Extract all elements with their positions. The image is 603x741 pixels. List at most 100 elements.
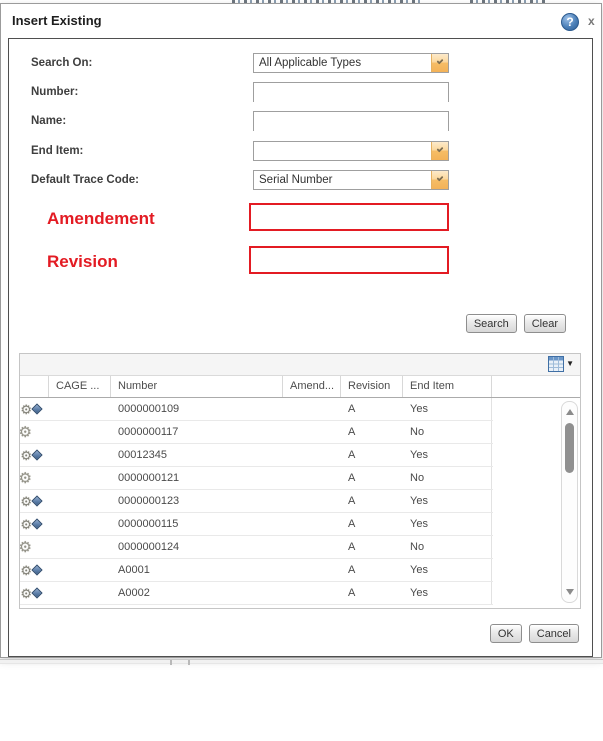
default-trace-code-dropdown-trigger[interactable]: [431, 171, 448, 189]
revision-input[interactable]: [251, 248, 447, 272]
search-on-label: Search On:: [31, 57, 93, 69]
cell-revision: A: [348, 564, 356, 576]
results-table: ▼ CAGE ... Number Amend... Revision End Item…: [19, 353, 581, 609]
table-row[interactable]: ⚙ 00012345 A Yes: [20, 444, 580, 467]
cell-revision: A: [348, 472, 356, 484]
end-item-diamond-icon: [31, 587, 43, 599]
footer-button-bar: OK Cancel: [489, 624, 579, 643]
cell-end-item: Yes: [403, 490, 492, 513]
insert-existing-dialog: Insert Existing ? x Search On: All Appli…: [0, 3, 602, 658]
table-header-cell[interactable]: Revision: [341, 376, 403, 397]
cell-cage: [49, 421, 111, 444]
cell-amendment: [283, 421, 341, 444]
cell-number: 0000000121: [118, 472, 180, 484]
cell-number: A0002: [118, 587, 150, 599]
cell-end-item: No: [403, 536, 492, 559]
table-header-cell[interactable]: CAGE ...: [49, 376, 111, 397]
search-button[interactable]: Search: [465, 314, 517, 333]
table-body: ⚙ 0000000109 A Yes ⚙ 0000000117 A No ⚙ 0…: [20, 398, 580, 608]
vertical-scrollbar[interactable]: [561, 401, 578, 603]
cell-end-item: Yes: [403, 582, 492, 605]
table-toolbar: ▼: [20, 354, 580, 376]
table-row[interactable]: ⚙ 0000000115 A Yes: [20, 513, 580, 536]
cell-amendment: [283, 559, 341, 582]
cell-number: 0000000124: [118, 541, 180, 553]
table-row[interactable]: ⚙ A0002 A Yes: [20, 582, 580, 605]
table-header-cell[interactable]: [492, 376, 580, 397]
name-input[interactable]: [254, 113, 448, 131]
chevron-down-icon: [436, 174, 444, 182]
scrollbar-thumb[interactable]: [565, 423, 574, 473]
cell-end-item: Yes: [403, 398, 492, 421]
gear-icon: ⚙: [20, 586, 32, 601]
search-on-value: All Applicable Types: [259, 57, 362, 69]
help-icon[interactable]: ?: [561, 13, 579, 31]
table-row[interactable]: ⚙ 0000000109 A Yes: [20, 398, 580, 421]
background-window-edge: [0, 659, 603, 665]
number-field-wrap: [253, 82, 449, 102]
gear-icon: ⚙: [20, 517, 32, 532]
dialog-title: Insert Existing: [12, 13, 102, 28]
cell-end-item: Yes: [403, 444, 492, 467]
ok-button[interactable]: OK: [489, 624, 522, 643]
cell-end-item: No: [403, 421, 492, 444]
table-columns-icon: [548, 356, 565, 372]
cell-number: 0000000117: [118, 426, 179, 438]
cell-end-item: No: [403, 467, 492, 490]
table-row[interactable]: ⚙ 0000000117 A No: [20, 421, 580, 444]
gear-icon: ⚙: [20, 494, 32, 509]
cancel-button[interactable]: Cancel: [528, 624, 579, 643]
number-label: Number:: [31, 86, 79, 98]
cell-number: A0001: [118, 564, 150, 576]
cell-cage: [49, 490, 111, 513]
gear-icon: ⚙: [20, 448, 32, 463]
table-header-cell[interactable]: [20, 376, 49, 397]
default-trace-code-label: Default Trace Code:: [31, 174, 139, 186]
search-on-dropdown-trigger[interactable]: [431, 54, 448, 72]
clear-button[interactable]: Clear: [523, 314, 566, 333]
cell-number: 00012345: [118, 449, 167, 461]
scroll-up-icon[interactable]: [566, 409, 574, 415]
cell-cage: [49, 536, 111, 559]
table-row[interactable]: ⚙ 0000000121 A No: [20, 467, 580, 490]
table-header-cell[interactable]: Amend...: [283, 376, 341, 397]
number-input[interactable]: [254, 84, 448, 102]
end-item-dropdown-trigger[interactable]: [431, 142, 448, 160]
search-button-bar: Search Clear: [465, 314, 566, 333]
cell-amendment: [283, 490, 341, 513]
revision-field-wrap: [249, 246, 449, 274]
cell-revision: A: [348, 403, 356, 415]
background-window-tick: [188, 660, 190, 665]
default-trace-code-select[interactable]: Serial Number: [253, 170, 449, 190]
cell-end-item: Yes: [403, 559, 492, 582]
cell-revision: A: [348, 541, 356, 553]
cell-amendment: [283, 536, 341, 559]
amendment-input[interactable]: [251, 205, 447, 229]
cell-end-item: Yes: [403, 513, 492, 536]
cell-number: 0000000123: [118, 495, 180, 507]
dialog-content-panel: Search On: All Applicable Types Number: …: [8, 38, 593, 657]
cell-amendment: [283, 582, 341, 605]
cell-revision: A: [348, 587, 356, 599]
table-row[interactable]: ⚙ 0000000124 A No: [20, 536, 580, 559]
gear-icon: ⚙: [20, 402, 32, 417]
table-header-row: CAGE ... Number Amend... Revision End Item: [20, 376, 580, 398]
cell-cage: [49, 582, 111, 605]
column-picker-button[interactable]: ▼: [548, 356, 574, 372]
cell-cage: [49, 398, 111, 421]
cell-revision: A: [348, 449, 356, 461]
cell-number: 0000000115: [118, 518, 179, 530]
table-row[interactable]: ⚙ A0001 A Yes: [20, 559, 580, 582]
cell-amendment: [283, 513, 341, 536]
chevron-down-icon: [436, 57, 444, 65]
table-row[interactable]: ⚙ 0000000123 A Yes: [20, 490, 580, 513]
cell-amendment: [283, 467, 341, 490]
table-header-cell[interactable]: End Item: [403, 376, 492, 397]
end-item-diamond-icon: [31, 495, 43, 507]
close-icon[interactable]: x: [588, 14, 595, 28]
end-item-select[interactable]: [253, 141, 449, 161]
end-item-diamond-icon: [31, 518, 43, 530]
search-on-select[interactable]: All Applicable Types: [253, 53, 449, 73]
table-header-cell[interactable]: Number: [111, 376, 283, 397]
scroll-down-icon[interactable]: [566, 589, 574, 595]
